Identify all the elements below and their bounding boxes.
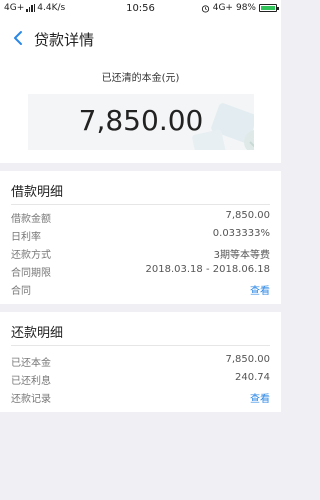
row-label: 合同 xyxy=(11,286,31,297)
row-value: 7,850.00 xyxy=(225,210,270,221)
detail-row: 日利率 0.033333% xyxy=(11,228,270,243)
status-right: 4G+ 98% xyxy=(201,3,279,13)
view-repayment-record-link[interactable]: 查看 xyxy=(250,390,270,405)
repaid-summary: 已还清的本金(元) 7,850.00 xyxy=(0,58,281,163)
alarm-icon xyxy=(201,4,209,13)
summary-label: 已还清的本金(元) xyxy=(101,73,180,84)
divider xyxy=(11,204,270,205)
row-value: 2018.03.18 - 2018.06.18 xyxy=(145,264,270,275)
battery-percent: 98% xyxy=(235,3,256,13)
battery-fill xyxy=(261,6,275,10)
row-value: 7,850.00 xyxy=(225,354,270,365)
row-value: 3期等本等费 xyxy=(213,250,270,261)
repayment-details-section: 还款明细 已还本金 7,850.00 已还利息 240.74 还款记录 查看 xyxy=(0,312,281,412)
detail-row: 已还利息 240.74 xyxy=(11,372,270,387)
section-title: 还款明细 xyxy=(11,326,64,341)
row-value: 0.033333% xyxy=(212,228,270,239)
section-title: 借款明细 xyxy=(11,185,64,200)
contract-row: 合同 查看 xyxy=(11,282,270,297)
row-value: 240.74 xyxy=(235,372,270,383)
row-label: 还款方式 xyxy=(11,250,51,261)
row-label: 借款金额 xyxy=(11,214,51,225)
nav-bar: 贷款详情 xyxy=(0,18,281,58)
view-contract-link[interactable]: 查看 xyxy=(250,282,270,297)
row-label: 还款记录 xyxy=(11,394,51,405)
repaid-principal-amount: 7,850.00 xyxy=(78,104,204,137)
network-label-right: 4G+ xyxy=(212,3,233,13)
back-button[interactable] xyxy=(6,26,30,50)
chevron-left-icon xyxy=(14,31,22,45)
repayment-record-row: 还款记录 查看 xyxy=(11,390,270,405)
loan-details-section: 借款明细 借款金额 7,850.00 日利率 0.033333% 还款方式 3期… xyxy=(0,171,281,304)
row-label: 日利率 xyxy=(11,232,41,243)
detail-row: 合同期限 2018.03.18 - 2018.06.18 xyxy=(11,264,270,279)
detail-row: 借款金额 7,850.00 xyxy=(11,210,270,225)
battery-icon xyxy=(259,4,279,12)
status-bar: 4G+ 4.4K/s 10:56 4G+ 98% xyxy=(0,0,281,18)
page-title: 贷款详情 xyxy=(34,31,95,49)
row-label: 已还本金 xyxy=(11,358,51,369)
row-label: 合同期限 xyxy=(11,268,51,279)
summary-amount-box: 7,850.00 xyxy=(28,94,254,150)
row-label: 已还利息 xyxy=(11,376,51,387)
detail-row: 已还本金 7,850.00 xyxy=(11,354,270,369)
detail-row: 还款方式 3期等本等费 xyxy=(11,246,270,261)
divider xyxy=(11,345,270,346)
